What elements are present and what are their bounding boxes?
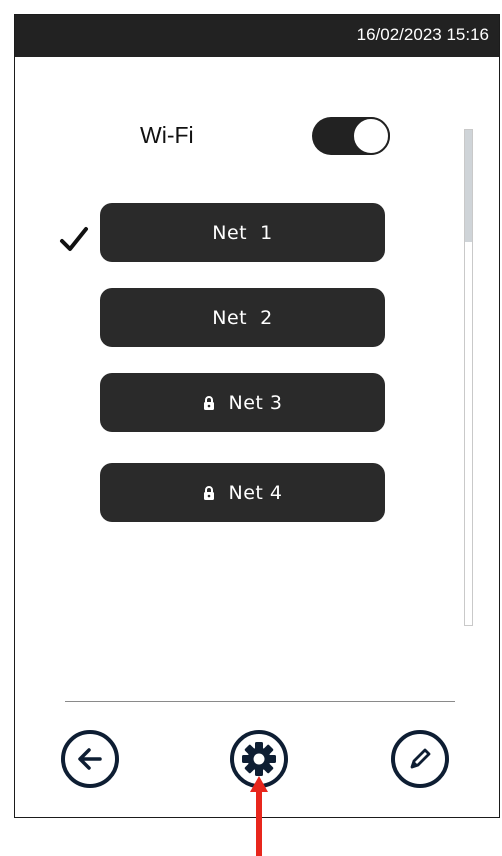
arrow-left-icon xyxy=(78,748,102,770)
status-bar: 16/02/2023 15:16 xyxy=(15,15,499,57)
highlight-arrow-icon xyxy=(250,776,268,856)
wifi-toggle[interactable] xyxy=(312,117,390,155)
pencil-icon xyxy=(410,748,431,769)
lock-icon xyxy=(203,485,215,500)
network-label: Net 4 xyxy=(228,481,283,504)
scrollbar-thumb[interactable] xyxy=(465,130,472,242)
network-label: Net 3 xyxy=(228,391,283,414)
wifi-label: Wi-Fi xyxy=(140,122,194,148)
divider xyxy=(65,701,455,702)
lock-icon xyxy=(203,395,215,410)
device-frame: 16/02/2023 15:16 Wi-Fi Net 1 Net 2 Net 3 xyxy=(14,14,500,818)
scrollbar[interactable] xyxy=(464,129,473,626)
network-item-2[interactable]: Net 2 xyxy=(100,288,385,347)
network-label: Net 1 xyxy=(212,221,273,244)
network-label: Net 2 xyxy=(212,306,273,329)
network-item-4[interactable]: Net 4 xyxy=(100,463,385,522)
toggle-knob xyxy=(352,117,390,155)
edit-button[interactable] xyxy=(391,730,449,788)
check-icon xyxy=(60,227,88,251)
status-datetime: 16/02/2023 15:16 xyxy=(356,25,489,44)
network-item-1[interactable]: Net 1 xyxy=(100,203,385,262)
back-button[interactable] xyxy=(61,730,119,788)
network-item-3[interactable]: Net 3 xyxy=(100,373,385,432)
